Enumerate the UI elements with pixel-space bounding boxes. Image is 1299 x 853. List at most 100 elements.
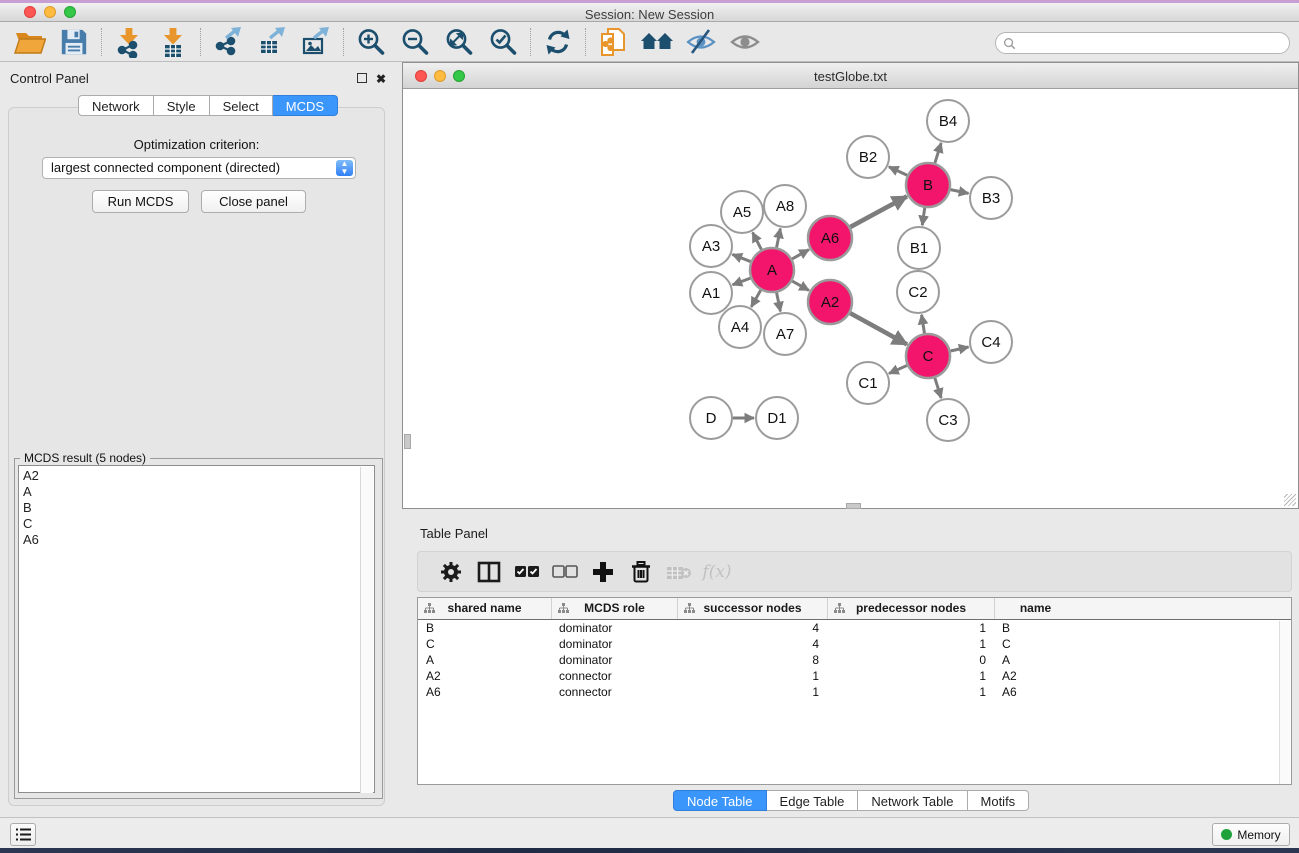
mcds-result-item[interactable]: C bbox=[23, 516, 374, 532]
graph-node-C3[interactable]: C3 bbox=[927, 399, 969, 441]
graph-node-B4[interactable]: B4 bbox=[927, 100, 969, 142]
table-cell[interactable]: 1 bbox=[677, 684, 827, 700]
graph-edge-A-A4[interactable] bbox=[751, 290, 760, 307]
export-network-icon[interactable] bbox=[206, 24, 250, 60]
deselect-all-icon[interactable] bbox=[546, 557, 584, 587]
table-cell[interactable]: 0 bbox=[827, 652, 994, 668]
table-row[interactable]: Adominator80A bbox=[418, 652, 1291, 668]
zoom-selected-icon[interactable] bbox=[481, 24, 525, 60]
column-header-name[interactable]: name bbox=[994, 598, 1076, 619]
tab-network[interactable]: Network bbox=[78, 95, 154, 116]
table-cell[interactable]: B bbox=[994, 620, 1076, 636]
float-panel-icon[interactable] bbox=[357, 72, 367, 86]
close-panel-icon[interactable]: ✖ bbox=[376, 72, 386, 86]
mcds-result-item[interactable]: A bbox=[23, 484, 374, 500]
table-cell[interactable]: 8 bbox=[677, 652, 827, 668]
graph-edge-A2-C[interactable] bbox=[850, 313, 907, 344]
table-cell[interactable]: B bbox=[418, 620, 551, 636]
graph-edge-A-A5[interactable] bbox=[753, 232, 762, 249]
graph-node-A8[interactable]: A8 bbox=[764, 185, 806, 227]
graph-node-A6[interactable]: A6 bbox=[808, 216, 852, 260]
mcds-result-item[interactable]: B bbox=[23, 500, 374, 516]
table-cell[interactable]: 1 bbox=[827, 684, 994, 700]
graph-edge-A-A2[interactable] bbox=[792, 281, 809, 290]
result-list-scrollbar[interactable] bbox=[360, 467, 373, 793]
table-row[interactable]: A6connector11A6 bbox=[418, 684, 1291, 700]
graph-edge-C-C4[interactable] bbox=[950, 347, 968, 351]
graph-edge-A-A8[interactable] bbox=[777, 229, 781, 248]
graph-edge-A-A6[interactable] bbox=[792, 250, 809, 259]
search-input[interactable] bbox=[1016, 34, 1289, 52]
table-cell[interactable]: 1 bbox=[677, 668, 827, 684]
table-cell[interactable]: dominator bbox=[551, 636, 677, 652]
tab-node-table[interactable]: Node Table bbox=[673, 790, 767, 811]
graph-node-C4[interactable]: C4 bbox=[970, 321, 1012, 363]
graph-node-C[interactable]: C bbox=[906, 334, 950, 378]
export-image-icon[interactable] bbox=[294, 24, 338, 60]
network-horizontal-scrollbar[interactable] bbox=[846, 503, 861, 509]
graph-node-A3[interactable]: A3 bbox=[690, 225, 732, 267]
mcds-result-list[interactable]: A2ABCA6 bbox=[18, 465, 375, 793]
table-row[interactable]: A2connector11A2 bbox=[418, 668, 1291, 684]
tab-network-table[interactable]: Network Table bbox=[858, 790, 967, 811]
table-cell[interactable]: A bbox=[418, 652, 551, 668]
graph-edge-B-B3[interactable] bbox=[951, 190, 969, 194]
mcds-result-item[interactable]: A2 bbox=[23, 468, 374, 484]
settings-icon[interactable] bbox=[432, 557, 470, 587]
window-resize-handle[interactable] bbox=[1284, 494, 1296, 506]
graph-node-B2[interactable]: B2 bbox=[847, 136, 889, 178]
column-header-predecessor-nodes[interactable]: predecessor nodes bbox=[827, 598, 994, 619]
graph-node-D1[interactable]: D1 bbox=[756, 397, 798, 439]
table-cell[interactable]: A2 bbox=[994, 668, 1076, 684]
table-cell[interactable]: A6 bbox=[994, 684, 1076, 700]
column-header-MCDS-role[interactable]: MCDS role bbox=[551, 598, 677, 619]
table-cell[interactable]: 1 bbox=[827, 668, 994, 684]
tab-motifs[interactable]: Motifs bbox=[968, 790, 1030, 811]
table-cell[interactable]: 4 bbox=[677, 620, 827, 636]
close-panel-button[interactable]: Close panel bbox=[201, 190, 306, 213]
show-details-icon[interactable] bbox=[723, 24, 767, 60]
table-cell[interactable]: connector bbox=[551, 684, 677, 700]
table-cell[interactable]: 1 bbox=[827, 620, 994, 636]
table-cell[interactable]: 4 bbox=[677, 636, 827, 652]
table-cell[interactable]: dominator bbox=[551, 620, 677, 636]
graph-node-C1[interactable]: C1 bbox=[847, 362, 889, 404]
graph-edge-B-B1[interactable] bbox=[922, 208, 924, 225]
graph-node-B[interactable]: B bbox=[906, 163, 950, 207]
graph-node-A[interactable]: A bbox=[750, 248, 794, 292]
hide-details-icon[interactable] bbox=[679, 24, 723, 60]
graph-edge-A-A7[interactable] bbox=[777, 293, 781, 312]
save-session-icon[interactable] bbox=[52, 24, 96, 60]
network-canvas[interactable]: B4B2BB3A5A8A6A3B1AC2A1A2A4A7C4CC1C3DD1 bbox=[403, 89, 1298, 509]
table-row[interactable]: Bdominator41B bbox=[418, 620, 1291, 636]
graph-edge-A-A3[interactable] bbox=[732, 254, 750, 261]
graph-node-A7[interactable]: A7 bbox=[764, 313, 806, 355]
task-history-button[interactable] bbox=[10, 823, 36, 846]
run-mcds-button[interactable]: Run MCDS bbox=[92, 190, 189, 213]
zoom-in-icon[interactable] bbox=[349, 24, 393, 60]
graph-node-A5[interactable]: A5 bbox=[721, 191, 763, 233]
table-cell[interactable]: 1 bbox=[827, 636, 994, 652]
open-session-icon[interactable] bbox=[8, 24, 52, 60]
zoom-out-icon[interactable] bbox=[393, 24, 437, 60]
table-cell[interactable]: dominator bbox=[551, 652, 677, 668]
table-cell[interactable]: C bbox=[994, 636, 1076, 652]
graph-edge-A-A1[interactable] bbox=[733, 278, 751, 285]
graph-node-B1[interactable]: B1 bbox=[898, 227, 940, 269]
graph-edge-C-C1[interactable] bbox=[889, 365, 907, 373]
graph-node-A4[interactable]: A4 bbox=[719, 306, 761, 348]
import-network-icon[interactable] bbox=[107, 24, 151, 60]
mcds-result-item[interactable]: A6 bbox=[23, 532, 374, 548]
tab-select[interactable]: Select bbox=[210, 95, 273, 116]
graph-edge-B-B4[interactable] bbox=[935, 143, 941, 163]
import-table-icon[interactable] bbox=[151, 24, 195, 60]
criterion-dropdown[interactable]: largest connected component (directed) ▲… bbox=[42, 157, 356, 179]
table-scrollbar[interactable] bbox=[1279, 621, 1290, 784]
graph-edge-C-C3[interactable] bbox=[935, 378, 941, 398]
graph-node-A1[interactable]: A1 bbox=[690, 272, 732, 314]
refresh-icon[interactable] bbox=[536, 24, 580, 60]
table-cell[interactable]: C bbox=[418, 636, 551, 652]
table-cell[interactable]: A2 bbox=[418, 668, 551, 684]
network-overview-icon[interactable] bbox=[635, 24, 679, 60]
tab-edge-table[interactable]: Edge Table bbox=[767, 790, 859, 811]
